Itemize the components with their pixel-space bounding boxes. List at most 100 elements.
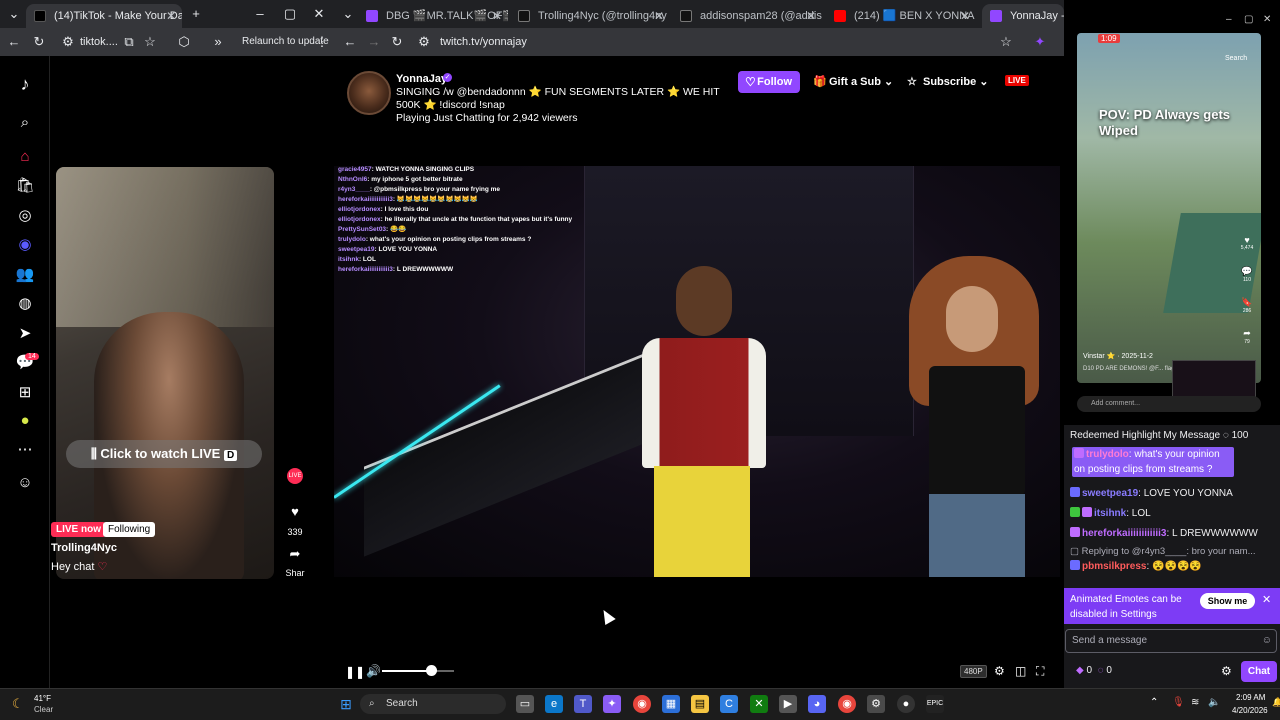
mini-pip-thumbnail[interactable] (1172, 360, 1256, 400)
url-field[interactable]: tiktok.... (80, 36, 118, 48)
emote-picker-icon[interactable]: ☺ (1262, 630, 1272, 652)
overflow-chevron-icon[interactable]: » (210, 34, 226, 50)
chat-username[interactable]: hereforkaiiiiiiiiiiii3 (1082, 528, 1166, 539)
tiktok-username[interactable]: Trolling4Nyc (51, 542, 117, 554)
mini-video-user[interactable]: Vinstar ⭐ · 2025-11-2 (1083, 352, 1153, 360)
theatre-mode-icon[interactable]: ◫ (1015, 664, 1026, 678)
new-tab-icon[interactable]: + (188, 6, 204, 22)
tiktok-logo-icon[interactable]: ♪ (15, 74, 35, 94)
live-icon[interactable]: ◉ (15, 235, 35, 255)
bookmark-star-icon[interactable]: ☆ (142, 34, 158, 50)
discord-icon[interactable]: ◕ (808, 695, 826, 713)
file-explorer-icon[interactable]: ▤ (691, 695, 709, 713)
chat-settings-gear-icon[interactable]: ⚙ (1221, 664, 1232, 678)
reply-context[interactable]: ▢ Replying to @r4yn3____: bro your nam..… (1070, 546, 1256, 557)
tab-search-icon[interactable]: ⌄ (340, 6, 356, 22)
close-tab-icon[interactable]: ✕ (166, 4, 176, 28)
app-c-icon[interactable]: C (720, 695, 738, 713)
channel-points[interactable]: ◆ 0 ◌ 0 (1076, 665, 1112, 676)
search-icon[interactable]: ⌕ (15, 113, 35, 133)
menu-icon[interactable]: ⋮ (314, 34, 330, 50)
task-view-icon[interactable]: ▭ (516, 695, 534, 713)
media-app-icon[interactable]: ▶ (779, 695, 797, 713)
mini-comment-icon[interactable]: 💬 110 (1240, 266, 1254, 283)
epic-games-icon[interactable]: EPIC (926, 695, 944, 713)
mini-share-icon[interactable]: ➦ 79 (1240, 328, 1254, 345)
mini-bookmark-icon[interactable]: 🔖 286 (1240, 297, 1254, 314)
fullscreen-icon[interactable]: ⛶ (1036, 664, 1044, 678)
site-info-icon[interactable]: ⚙ (416, 34, 432, 50)
mini-comment-input[interactable]: Add comment... (1077, 396, 1261, 412)
chat-username[interactable]: trulydolo (1086, 449, 1129, 460)
user-avatar-icon[interactable]: ☺ (15, 473, 35, 493)
weather-moon-icon[interactable]: ☾ (12, 696, 24, 712)
click-to-watch-live-button[interactable]: ⫼ Click to watch LIVE D (66, 440, 262, 468)
taskbar-search[interactable]: ⌕ Search (360, 694, 506, 714)
microphone-icon[interactable]: 🎙 (1172, 697, 1185, 708)
more-icon[interactable]: ⋯ (15, 440, 35, 460)
minimize-icon[interactable]: – (252, 6, 268, 22)
maximize-icon[interactable]: ▢ (282, 6, 298, 22)
send-chat-button[interactable]: Chat (1241, 661, 1277, 682)
tray-chevron-icon[interactable]: ⌃ (1150, 697, 1158, 708)
xbox-icon[interactable]: ✕ (750, 695, 768, 713)
copilot-icon[interactable]: ✦ (603, 695, 621, 713)
upload-icon[interactable]: ⊞ (15, 383, 35, 403)
follow-button[interactable]: ♡ Follow (738, 71, 800, 93)
close-window-icon[interactable]: ✕ (1263, 14, 1271, 25)
chat-username[interactable]: pbmsilkpress (1082, 561, 1146, 572)
settings-gear-icon[interactable]: ⚙ (994, 664, 1005, 678)
tab-search-icon[interactable]: ⌄ (6, 6, 22, 22)
maximize-icon[interactable]: ▢ (1244, 14, 1253, 25)
home-icon[interactable]: ⌂ (15, 147, 35, 167)
explore-icon[interactable]: ◎ (15, 206, 35, 226)
shop-icon[interactable]: 🛍 (15, 176, 35, 196)
close-tab-icon[interactable]: ✕ (806, 4, 816, 28)
back-icon[interactable]: ← (6, 34, 22, 50)
coin-icon[interactable]: ● (15, 411, 35, 431)
reload-icon[interactable]: ↻ (31, 34, 47, 50)
tab-addisonspam28[interactable]: addisonspam28 (@addisonsp✕ (672, 4, 822, 28)
chat-username[interactable]: sweetpea19 (1082, 488, 1138, 499)
show-me-button[interactable]: Show me (1200, 593, 1255, 609)
minimize-icon[interactable]: – (1226, 14, 1232, 25)
like-icon[interactable]: ♥ (285, 504, 305, 519)
tab-tiktok[interactable]: (14)TikTok - Make Your Day ✕ (26, 4, 182, 28)
volume-knob[interactable] (425, 665, 437, 676)
volume-icon[interactable]: 🔊 (366, 664, 381, 678)
windows-start-icon[interactable]: ⊞ (337, 695, 355, 713)
tiktok-live-video[interactable] (56, 167, 274, 579)
tab-youtube[interactable]: (214) 🟦 BEN X YONNA 🟦 L/✕ (826, 4, 976, 28)
close-tab-icon[interactable]: ✕ (654, 4, 664, 28)
streamer-avatar[interactable] (347, 71, 391, 115)
mini-like-icon[interactable]: ♥ 5,474 (1240, 235, 1254, 251)
clock-time[interactable]: 2:09 AM (1236, 693, 1265, 702)
weather-temperature[interactable]: 41°F (34, 694, 51, 703)
tab-yonnajay[interactable]: YonnaJay - Twitc (982, 4, 1064, 28)
close-icon[interactable]: ✕ (1262, 593, 1271, 606)
pause-icon[interactable]: ❚❚ (345, 665, 365, 679)
live-avatar[interactable]: LIVE (285, 468, 305, 484)
close-window-icon[interactable]: ✕ (311, 6, 327, 22)
back-icon[interactable]: ← (342, 34, 358, 50)
settings-app-icon[interactable]: ⚙ (867, 695, 885, 713)
close-tab-icon[interactable]: ✕ (492, 4, 502, 28)
store-icon[interactable]: ▦ (662, 695, 680, 713)
teams-icon[interactable]: T (574, 695, 592, 713)
url-field[interactable]: twitch.tv/yonnajay (440, 33, 1040, 51)
quality-badge[interactable]: 480P (960, 665, 987, 678)
open-external-icon[interactable]: ⧉ (121, 34, 137, 50)
wifi-icon[interactable]: ≋ (1191, 697, 1199, 708)
streamer-name[interactable]: YonnaJay (396, 73, 447, 85)
clock-date[interactable]: 4/20/2026 (1232, 706, 1268, 715)
chrome-profile-icon[interactable]: ◉ (838, 695, 856, 713)
tab-trolling4nyc[interactable]: Trolling4Nyc (@trolling4ny ✕ (510, 4, 670, 28)
tiktok-mini-video[interactable] (1077, 33, 1261, 383)
edge-icon[interactable]: e (545, 695, 563, 713)
subscribe-button[interactable]: ☆ Subscribe ⌄ (905, 71, 995, 93)
recording-app-icon[interactable]: ● (897, 695, 915, 713)
highlighted-message[interactable]: trulydolo: what's your opinion on postin… (1072, 447, 1234, 477)
extensions-icon[interactable]: ⬡ (176, 34, 192, 50)
chat-username[interactable]: itsihnk (1094, 508, 1126, 519)
gift-sub-button[interactable]: 🎁 Gift a Sub ⌄ (811, 71, 895, 93)
